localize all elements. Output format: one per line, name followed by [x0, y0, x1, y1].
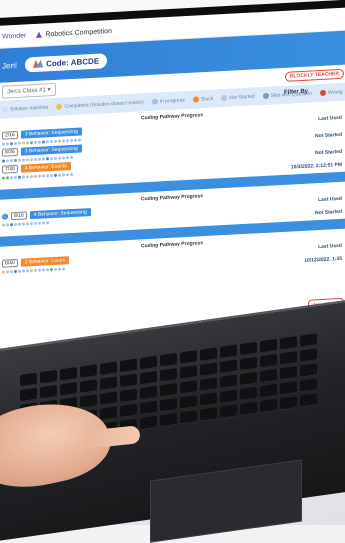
row-status: Not Started [315, 131, 342, 140]
tab-wonder-label: Wonder [2, 31, 27, 41]
tab-wonder[interactable]: Wonder [2, 32, 26, 40]
row-status: Not Started [315, 148, 342, 157]
blockly-teacher-button[interactable]: BLOCKLY TEACHER [284, 68, 344, 82]
progress-badge: 8/40 [2, 258, 18, 268]
progress-badge: 8/16 [11, 211, 27, 221]
legend-item-7: Wrong [319, 89, 343, 97]
lesson-label: 2 Behavior: Loops [20, 256, 70, 267]
brand-logo-icon [33, 60, 43, 69]
refresh-icon[interactable]: C [2, 213, 8, 220]
row-status[interactable]: Last Used [318, 115, 342, 122]
user-greeting: Jen! [2, 60, 18, 71]
legend-item-4: Stuck [192, 95, 213, 103]
legend-item-5: Not Started [221, 93, 255, 102]
filter-by-label[interactable]: Filter By [284, 89, 308, 96]
last-used-timestamp: 10/12/2022, 1:35 [304, 255, 342, 264]
lesson-label: 3 Behavior: Sequencing [20, 144, 82, 156]
row-status[interactable]: Last Used [318, 243, 342, 250]
legend-item-2: Completed (Solution doesn't match) [56, 99, 144, 110]
lesson-label: 3 Behavior: Sequencing [20, 127, 82, 139]
triangle-icon [36, 31, 43, 38]
class-select[interactable]: Jen's Class #1 ▾ [2, 82, 56, 99]
legend-item-3: In progress [151, 97, 185, 105]
class-code-text: Code: ABCDE [46, 56, 100, 68]
tab-robotics-label: Robotics Competition [45, 27, 112, 38]
lesson-label: 4 Behavior: Events [20, 162, 71, 173]
class-select-value: Jen's Class #1 [7, 86, 46, 95]
progress-badge: 8/36 [2, 147, 18, 157]
legend-item-1: Solution matches [2, 104, 48, 113]
lesson-label: 4 Behavior: Sequencing [29, 208, 91, 220]
last-used-timestamp: 10/3/2022, 2:12:51 PM [290, 161, 342, 171]
progress-badge: 2/16 [2, 130, 18, 140]
row-status[interactable]: Last Used [318, 196, 342, 203]
not-started-status: Not Started [315, 208, 342, 217]
progress-badge: 7/30 [2, 164, 18, 174]
class-code-pill[interactable]: Code: ABCDE [25, 52, 108, 72]
tab-robotics-competition[interactable]: Robotics Competition [36, 27, 112, 38]
